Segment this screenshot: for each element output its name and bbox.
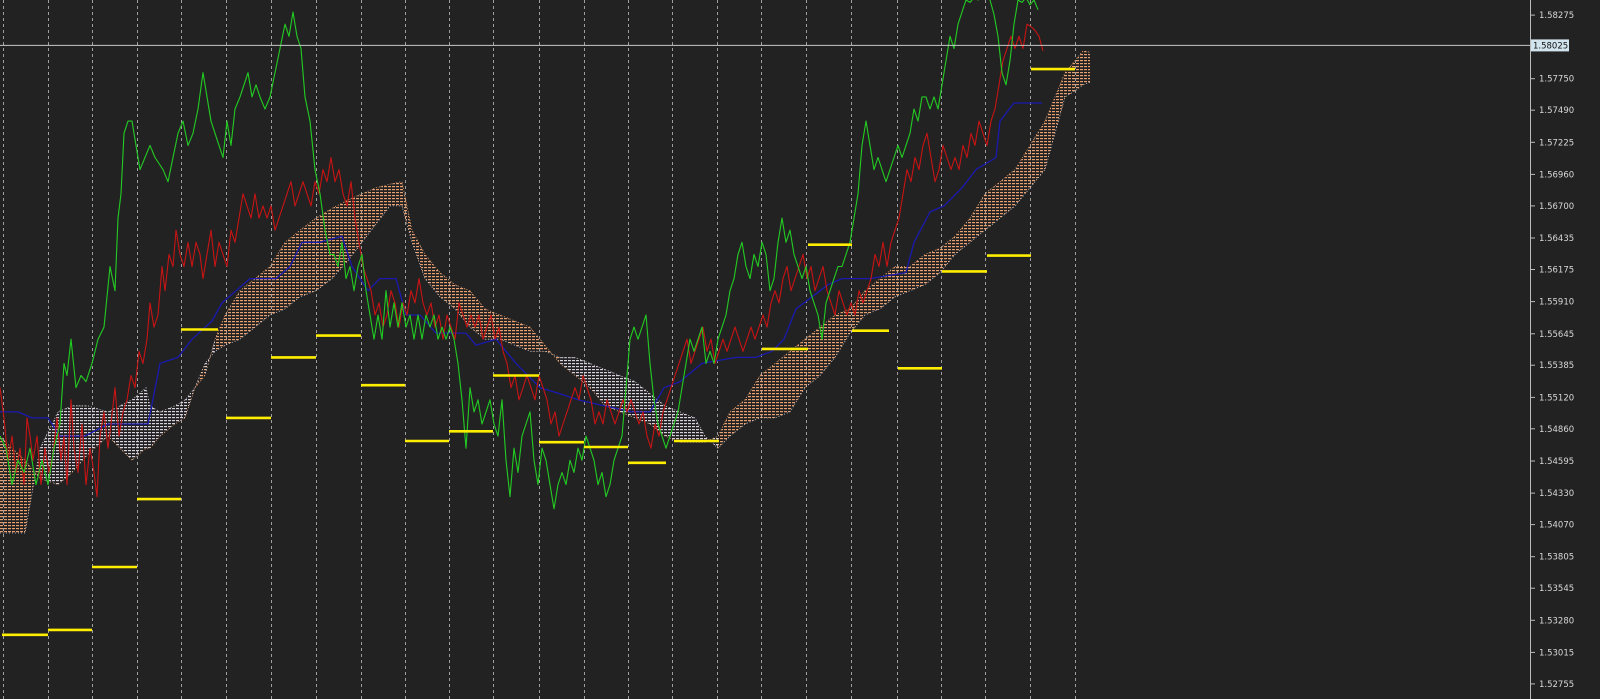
y-tick-label-20: 1.52755 [1539,680,1574,690]
y-tick-label-14: 1.54330 [1539,489,1574,499]
y-tick-label-19: 1.53015 [1539,648,1574,658]
current-price-label: 1.58025 [1533,41,1568,51]
ichimoku-chart: 1.58275 1.57750 1.57490 1.57225 1.56960 1.567… [0,0,1600,699]
y-tick-label-6: 1.56435 [1539,234,1574,244]
y-tick-label-13: 1.54595 [1539,457,1574,467]
y-tick-label-11: 1.55120 [1539,393,1574,403]
y-tick-label-18: 1.53280 [1539,616,1574,626]
y-tick-label-4: 1.56960 [1539,170,1574,180]
y-tick-label-7: 1.56175 [1539,266,1574,276]
y-tick-label-9: 1.55645 [1539,330,1574,340]
y-tick-label-16: 1.53805 [1539,553,1574,563]
y-tick-label-8: 1.55910 [1539,298,1574,308]
y-tick-label-12: 1.54860 [1539,425,1574,435]
y-tick-label-5: 1.56700 [1539,202,1574,212]
y-tick-label-3: 1.57225 [1539,138,1574,148]
y-tick-label-10: 1.55385 [1539,361,1574,371]
y-tick-label-0: 1.58275 [1539,11,1574,21]
y-tick-label-2: 1.57490 [1539,106,1574,116]
y-tick-label-15: 1.54070 [1539,521,1574,531]
chart-canvas: 1.58275 1.57750 1.57490 1.57225 1.56960 1.567… [0,0,1600,699]
y-tick-label-1: 1.57750 [1539,75,1574,85]
y-tick-label-17: 1.53545 [1539,584,1574,594]
